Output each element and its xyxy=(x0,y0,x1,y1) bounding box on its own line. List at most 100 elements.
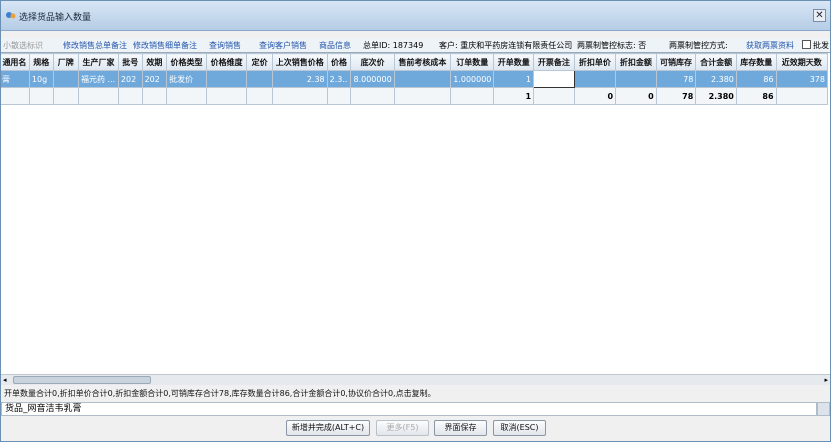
column-header[interactable]: 价格 xyxy=(326,53,352,71)
query-sales-link[interactable]: 查询销售 xyxy=(209,40,241,51)
table-cell[interactable]: 1 xyxy=(493,70,535,88)
column-header[interactable]: 折扣单价 xyxy=(573,53,617,71)
window-title: 选择货品输入数量 xyxy=(19,13,92,23)
edit-order-note-link[interactable]: 修改销售总单备注 xyxy=(63,40,127,51)
table-cell[interactable]: 福元药 ... xyxy=(78,70,119,88)
invoice-control-flag: 两票制管控标志: 否 xyxy=(577,41,647,50)
table-cell[interactable]: 378 xyxy=(775,70,829,88)
customer-name: 客户: 重庆和平药房连锁有限责任公司 xyxy=(439,41,573,50)
table-cell[interactable] xyxy=(393,70,452,88)
cancel-button[interactable]: 取消(ESC) xyxy=(493,420,546,436)
table-cell[interactable]: 202 xyxy=(117,70,143,88)
summary-cell xyxy=(52,87,80,105)
table-cell[interactable] xyxy=(52,70,80,88)
summary-cell xyxy=(141,87,168,105)
more-button[interactable]: 更多(F5) xyxy=(376,420,429,436)
app-icon xyxy=(6,12,16,19)
summary-cell: 78 xyxy=(655,87,697,105)
column-header[interactable]: 效期 xyxy=(141,53,168,71)
table-cell[interactable]: 8.000000 xyxy=(350,70,395,88)
table-row[interactable]: 膏 10g 福元药 ... 202 202 批发价 2.38 2.3.. 8.000000 1.0… xyxy=(1,70,829,88)
column-header[interactable]: 批号 xyxy=(117,53,143,71)
column-header[interactable]: 开票备注 xyxy=(533,53,575,71)
order-id: 总单ID: 187349 xyxy=(363,41,424,50)
summary-cell: 0 xyxy=(573,87,617,105)
column-header[interactable]: 上次销售价格 xyxy=(271,53,328,71)
edit-detail-note-link[interactable]: 修改销售细单备注 xyxy=(133,40,197,51)
table-cell[interactable] xyxy=(246,70,273,88)
summary-cell xyxy=(350,87,395,105)
summary-cell xyxy=(246,87,273,105)
table-cell[interactable]: 1.000000 xyxy=(450,70,495,88)
table-cell[interactable]: 86 xyxy=(735,70,777,88)
summary-cell: 1 xyxy=(493,87,535,105)
summary-cell: 2.380 xyxy=(695,87,737,105)
goods-name-field[interactable]: 货品_网音洁韦乳膏 xyxy=(1,402,817,416)
goods-field-scroll[interactable] xyxy=(817,402,830,416)
column-header[interactable]: 折扣金额 xyxy=(615,53,657,71)
summary-row: 1 0 0 78 2.380 86 xyxy=(1,87,829,105)
summary-cell xyxy=(533,87,575,105)
summary-cell xyxy=(775,87,829,105)
save-layout-button[interactable]: 界面保存 xyxy=(434,420,487,436)
column-header[interactable]: 生产厂家 xyxy=(78,53,119,71)
invoice-note-input[interactable] xyxy=(533,70,575,88)
summary-cell xyxy=(205,87,248,105)
column-header[interactable]: 近效期天数 xyxy=(775,53,829,71)
grid-header-row: 通用名 规格 厂牌 生产厂家 批号 效期 价格类型 价格维度 定价 上次销售价格 价格 底次价 售前考核… xyxy=(1,53,829,71)
column-header[interactable]: 底次价 xyxy=(350,53,395,71)
table-cell[interactable] xyxy=(615,70,657,88)
close-button[interactable]: ✕ xyxy=(813,9,826,22)
goods-grid: 通用名 规格 厂牌 生产厂家 批号 效期 价格类型 价格维度 定价 上次销售价格 价格 底次价 售前考核… xyxy=(1,52,830,374)
product-info-link[interactable]: 商品信息 xyxy=(319,40,351,51)
column-header[interactable]: 厂牌 xyxy=(52,53,80,71)
column-header[interactable]: 规格 xyxy=(28,53,54,71)
column-header[interactable]: 价格类型 xyxy=(166,53,207,71)
column-header[interactable]: 售前考核成本 xyxy=(393,53,452,71)
invoice-control-mode: 两票制管控方式: xyxy=(669,41,728,50)
summary-cell: 0 xyxy=(615,87,657,105)
scrollbar-thumb[interactable] xyxy=(13,376,151,384)
column-header[interactable]: 合计金额 xyxy=(695,53,737,71)
column-header[interactable]: 价格维度 xyxy=(205,53,248,71)
table-cell[interactable] xyxy=(573,70,617,88)
summary-cell xyxy=(28,87,54,105)
horizontal-scrollbar[interactable]: ◂ ▸ xyxy=(1,374,830,385)
dialog-window: 选择货品输入数量 ✕ 小散选标识 修改销售总单备注 修改销售细单备注 查询销售 … xyxy=(0,0,831,442)
column-header[interactable]: 库存数量 xyxy=(735,53,777,71)
column-header[interactable]: 通用名 xyxy=(1,53,30,71)
column-header[interactable]: 定价 xyxy=(246,53,273,71)
column-header[interactable]: 开单数量 xyxy=(493,53,535,71)
query-customer-sales-link[interactable]: 查询客户销售 xyxy=(259,40,307,51)
table-cell[interactable]: 2.38 xyxy=(271,70,328,88)
summary-cell xyxy=(326,87,352,105)
table-cell[interactable]: 2.3.. xyxy=(326,70,352,88)
table-cell[interactable] xyxy=(205,70,248,88)
summary-cell xyxy=(271,87,328,105)
get-invoice-link[interactable]: 获取两票资料 xyxy=(746,40,794,51)
batch-label: 批发 xyxy=(813,41,829,50)
toolbar: 小散选标识 修改销售总单备注 修改销售细单备注 查询销售 查询客户销售 商品信息… xyxy=(1,38,830,52)
add-and-complete-button[interactable]: 新增并完成(ALT+C) xyxy=(286,420,370,436)
table-cell[interactable]: 批发价 xyxy=(166,70,207,88)
summary-status-text[interactable]: 开单数量合计0,折扣单价合计0,折扣金额合计0,可销库存合计78,库存数量合计8… xyxy=(4,388,436,399)
scroll-right-icon[interactable]: ▸ xyxy=(824,376,828,384)
table-cell[interactable]: 2.380 xyxy=(695,70,737,88)
summary-cell xyxy=(117,87,143,105)
summary-cell xyxy=(166,87,207,105)
summary-cell: 86 xyxy=(735,87,777,105)
table-cell[interactable]: 10g xyxy=(28,70,54,88)
table-cell[interactable]: 膏 xyxy=(1,70,30,88)
scroll-left-icon[interactable]: ◂ xyxy=(3,376,7,384)
summary-cell xyxy=(78,87,119,105)
table-cell[interactable]: 78 xyxy=(655,70,697,88)
title-bar[interactable]: 选择货品输入数量 ✕ xyxy=(1,1,830,31)
column-header[interactable]: 订单数量 xyxy=(450,53,495,71)
summary-cell xyxy=(450,87,495,105)
batch-checkbox[interactable] xyxy=(802,40,811,49)
column-header[interactable]: 可销库存 xyxy=(655,53,697,71)
summary-cell xyxy=(393,87,452,105)
summary-cell xyxy=(1,87,30,105)
table-cell[interactable]: 202 xyxy=(141,70,168,88)
disabled-flag-label: 小散选标识 xyxy=(3,41,43,50)
